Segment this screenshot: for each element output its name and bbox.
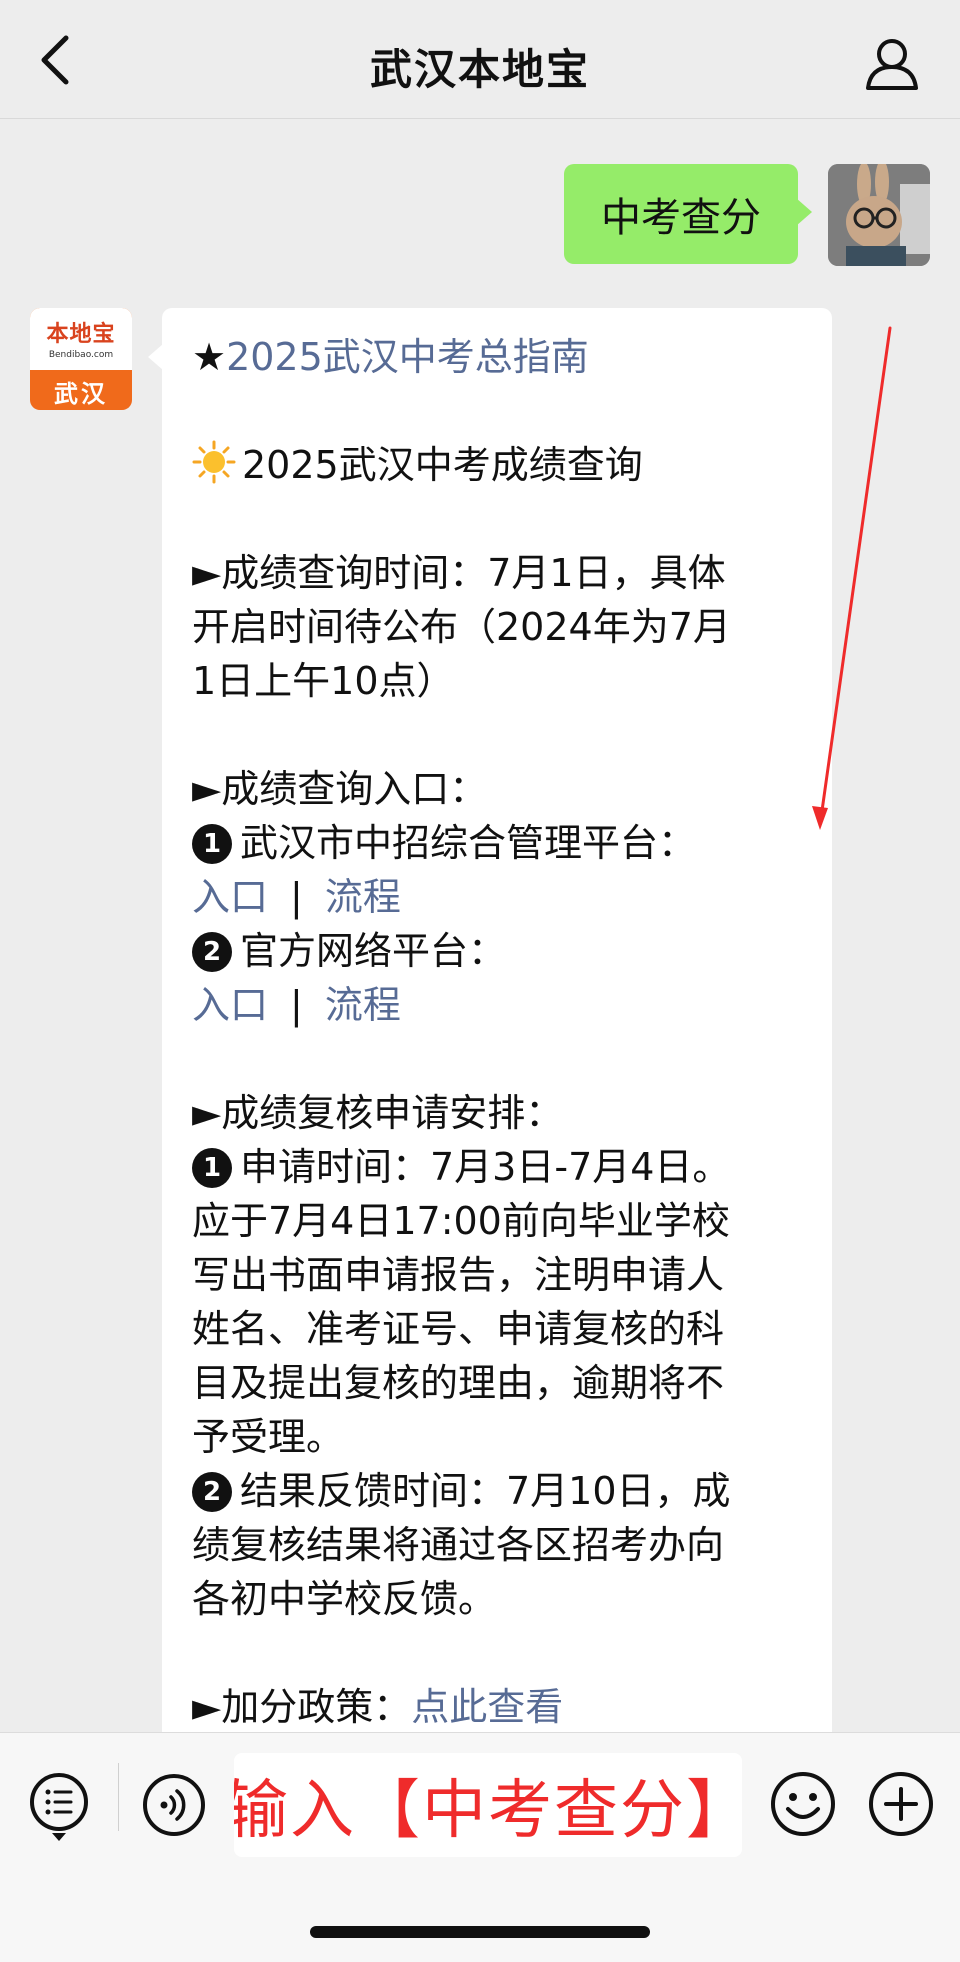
feedback-line-3: 各初中学校反馈。: [192, 1577, 497, 1621]
chat-title: 武汉本地宝: [369, 45, 590, 94]
link-separator: |: [290, 875, 303, 919]
user-avatar[interactable]: [828, 164, 930, 266]
link-separator: |: [290, 983, 303, 1027]
review-line-3: 写出书面申请报告，注明申请人: [192, 1253, 725, 1297]
message-content: ★2025武汉中考总指南 2025武汉中考成绩查询 ►成绩查询时间：7月1日，具…: [192, 330, 812, 1734]
person-icon[interactable]: [862, 34, 922, 94]
guide-link[interactable]: 2025武汉中考总指南: [226, 335, 589, 379]
account-domain: Bendibao.com: [48, 350, 114, 360]
account-brand: 本地宝: [46, 321, 116, 347]
sent-message-text: 中考查分: [601, 195, 761, 241]
time-line-1: ►成绩查询时间：7月1日，具体: [192, 551, 726, 595]
feedback-line-2: 绩复核结果将通过各区招考办向: [192, 1523, 725, 1567]
sun-icon: [192, 440, 236, 484]
received-message-bubble: ★2025武汉中考总指南 2025武汉中考成绩查询 ►成绩查询时间：7月1日，具…: [148, 308, 832, 1808]
platform2-entry-link[interactable]: 入口: [192, 983, 268, 1027]
platform1-process-link[interactable]: 流程: [325, 875, 401, 919]
review-line-1: 1 申请时间：7月3日-7月4日。: [192, 1140, 812, 1194]
chat-header: 武汉本地宝: [0, 0, 960, 119]
platform1-links: 入口 | 流程: [192, 870, 812, 924]
bonus-line: ►加分政策：点此查看: [192, 1680, 812, 1734]
bonus-link[interactable]: 点此查看: [411, 1685, 563, 1729]
account-city: 武汉: [54, 380, 108, 408]
feedback-line-1: 2 结果反馈时间：7月10日，成: [192, 1464, 812, 1518]
review-line-2: 应于7月4日17:00前向毕业学校: [192, 1199, 730, 1243]
platform2-label: 官方网络平台：: [240, 929, 507, 973]
guide-line: ★2025武汉中考总指南: [192, 330, 812, 384]
review-line-4: 姓名、准考证号、申请复核的科: [192, 1307, 725, 1351]
number-two-badge: 2: [192, 1472, 232, 1512]
feedback-text-1: 结果反馈时间：7月10日，成: [240, 1469, 731, 1513]
rabbit-avatar-image: [828, 164, 930, 266]
bonus-label: ►加分政策：: [192, 1685, 412, 1729]
time-line-2: 开启时间待公布（2024年为7月: [192, 605, 731, 649]
voice-icon[interactable]: [142, 1773, 206, 1837]
sent-message-bubble[interactable]: 中考查分: [564, 164, 812, 264]
bar-divider: [118, 1763, 119, 1831]
review-text-1: 申请时间：7月3日-7月4日。: [240, 1145, 731, 1189]
home-indicator[interactable]: [310, 1926, 650, 1938]
platform1-line: 1 武汉市中招综合管理平台：: [192, 816, 812, 870]
star-icon: ★: [192, 335, 227, 379]
number-one-badge: 1: [192, 1148, 232, 1188]
review-line-5: 目及提出复核的理由，逾期将不: [192, 1361, 725, 1405]
platform1-label: 武汉市中招综合管理平台：: [240, 821, 697, 865]
menu-list-icon[interactable]: [28, 1771, 90, 1843]
platform2-line: 2 官方网络平台：: [192, 924, 812, 978]
number-two-badge: 2: [192, 932, 232, 972]
time-line-3: 1日上午10点）: [192, 659, 455, 703]
review-line-6: 予受理。: [192, 1415, 345, 1459]
number-one-badge: 1: [192, 824, 232, 864]
platform2-links: 入口 | 流程: [192, 978, 812, 1032]
account-avatar[interactable]: 本地宝 Bendibao.com 武汉: [30, 308, 132, 410]
section-title: 2025武汉中考成绩查询: [242, 443, 643, 487]
plus-icon[interactable]: [868, 1771, 934, 1837]
entry-heading: ►成绩查询入口：: [192, 767, 488, 811]
account-logo: 本地宝 Bendibao.com: [30, 308, 132, 370]
emoji-icon[interactable]: [770, 1771, 836, 1837]
platform2-process-link[interactable]: 流程: [325, 983, 401, 1027]
message-input[interactable]: 输入【中考查分】: [234, 1753, 742, 1857]
review-heading: ►成绩复核申请安排：: [192, 1091, 564, 1135]
section-title-line: 2025武汉中考成绩查询: [192, 438, 812, 492]
platform1-entry-link[interactable]: 入口: [192, 875, 268, 919]
red-arrow-annotation: [812, 326, 892, 830]
